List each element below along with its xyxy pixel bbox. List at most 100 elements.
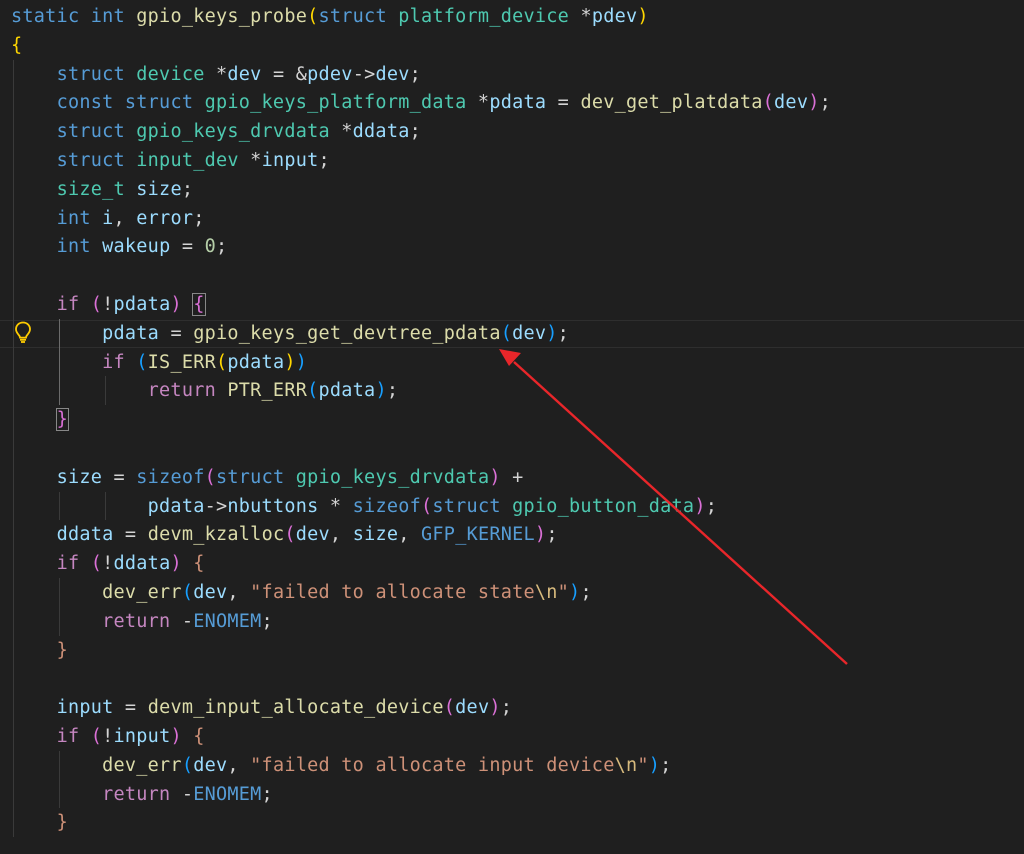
code-token: pdata [147, 495, 205, 517]
code-token: int [56, 236, 103, 258]
code-token: GFP_KERNEL [421, 524, 535, 546]
code-token: gpio_keys_drvdata [136, 121, 342, 143]
code-line[interactable]: dev_err(dev, "failed to allocate state\n… [0, 578, 1024, 607]
code-token: ; [261, 610, 273, 632]
code-line[interactable]: pdata = gpio_keys_get_devtree_pdata(dev)… [0, 319, 1024, 348]
code-token: , [113, 207, 137, 229]
indent-guide [105, 376, 107, 406]
code-token: gpio_keys_get_devtree_pdata [193, 322, 501, 344]
code-token: - [181, 783, 194, 805]
code-token: = [113, 524, 148, 546]
code-token: ) [694, 495, 706, 517]
code-token: size_t [56, 178, 137, 200]
code-line-text: size_t size; [11, 175, 193, 204]
code-token: + [500, 466, 524, 488]
code-line[interactable] [0, 434, 1024, 463]
code-token: platform_device [398, 6, 581, 27]
code-token: } [56, 639, 68, 661]
code-token: ( [762, 92, 775, 114]
code-token: ) [648, 754, 661, 776]
code-line[interactable]: const struct gpio_keys_platform_data *pd… [0, 88, 1024, 117]
code-token: ; [500, 697, 513, 719]
code-token: "failed to allocate state [250, 582, 535, 603]
code-line-text: if (!input) { [11, 722, 205, 751]
code-line[interactable] [0, 261, 1024, 290]
code-line[interactable]: static int gpio_keys_probe(struct platfo… [0, 2, 1024, 31]
code-token: ddata [352, 121, 410, 143]
code-line[interactable]: { [0, 31, 1024, 60]
code-line[interactable]: struct input_dev *input; [0, 146, 1024, 175]
code-line[interactable] [0, 664, 1024, 693]
code-line[interactable]: return -ENOMEM; [0, 780, 1024, 809]
indent-guide [59, 578, 61, 636]
code-token: i [102, 207, 114, 229]
code-line[interactable]: dev_err(dev, "failed to allocate input d… [0, 751, 1024, 780]
code-token: gpio_button_data [512, 495, 695, 517]
code-line-text: pdata->nbuttons * sizeof(struct gpio_but… [11, 492, 717, 521]
code-token: ( [181, 754, 194, 776]
code-token: if [56, 294, 91, 315]
code-token: ( [90, 294, 103, 315]
code-line[interactable]: size_t size; [0, 175, 1024, 204]
code-token: devm_kzalloc [147, 524, 285, 546]
code-line-text: pdata = gpio_keys_get_devtree_pdata(dev)… [11, 319, 569, 348]
code-token: , [227, 754, 251, 776]
code-line[interactable]: pdata->nbuttons * sizeof(struct gpio_but… [0, 492, 1024, 521]
code-token: ENOMEM [193, 610, 262, 632]
code-token: ) [295, 351, 308, 373]
code-token: return [102, 783, 182, 805]
code-line-text: static int gpio_keys_probe(struct platfo… [11, 2, 649, 31]
code-token: ( [307, 380, 319, 402]
code-token: ; [557, 322, 570, 344]
code-line[interactable]: return PTR_ERR(pdata); [0, 376, 1024, 405]
code-line[interactable]: } [0, 808, 1024, 837]
code-line[interactable]: } [0, 405, 1024, 434]
code-token: ) [170, 553, 182, 575]
code-line[interactable]: return -ENOMEM; [0, 607, 1024, 636]
code-editor[interactable]: static int gpio_keys_probe(struct platfo… [0, 0, 1024, 854]
code-token: ( [421, 495, 433, 517]
code-token: ) [489, 697, 501, 719]
code-token: ddata [56, 524, 114, 546]
code-token: , [227, 582, 251, 603]
code-token: IS_ERR [147, 351, 216, 373]
code-line[interactable]: if (!pdata) { [0, 290, 1024, 319]
code-token: dev [512, 322, 547, 344]
code-token: struct [216, 466, 296, 488]
code-token: ( [284, 524, 296, 546]
code-line[interactable]: size = sizeof(struct gpio_keys_drvdata) … [0, 463, 1024, 492]
code-line[interactable]: } [0, 636, 1024, 665]
code-token: if [102, 351, 137, 373]
code-token: wakeup [102, 236, 171, 258]
code-line-text: } [11, 405, 69, 434]
code-token: \n [534, 582, 558, 603]
code-line[interactable]: if (!ddata) { [0, 549, 1024, 578]
code-line[interactable]: if (IS_ERR(pdata)) [0, 348, 1024, 377]
lightbulb-icon[interactable] [12, 320, 34, 344]
code-line[interactable]: struct device *dev = &pdev->dev; [0, 60, 1024, 89]
code-line[interactable]: input = devm_input_allocate_device(dev); [0, 693, 1024, 722]
code-token: { [193, 726, 205, 747]
code-token: int [90, 6, 137, 27]
code-token: ( [500, 322, 513, 344]
code-token: = [113, 697, 148, 719]
code-line[interactable]: int i, error; [0, 204, 1024, 233]
code-line[interactable]: int wakeup = 0; [0, 232, 1024, 261]
code-token: , [398, 524, 422, 546]
code-token: gpio_keys_probe [136, 6, 308, 27]
code-token: ) [569, 582, 581, 603]
code-line[interactable]: struct gpio_keys_drvdata *ddata; [0, 117, 1024, 146]
code-line[interactable]: ddata = devm_kzalloc(dev, size, GFP_KERN… [0, 520, 1024, 549]
code-token: - [181, 610, 194, 632]
code-line[interactable]: if (!input) { [0, 722, 1024, 751]
code-token: } [55, 408, 69, 432]
code-token: sizeof [136, 466, 205, 488]
code-token: ) [170, 726, 182, 747]
code-token: ) [808, 92, 820, 114]
